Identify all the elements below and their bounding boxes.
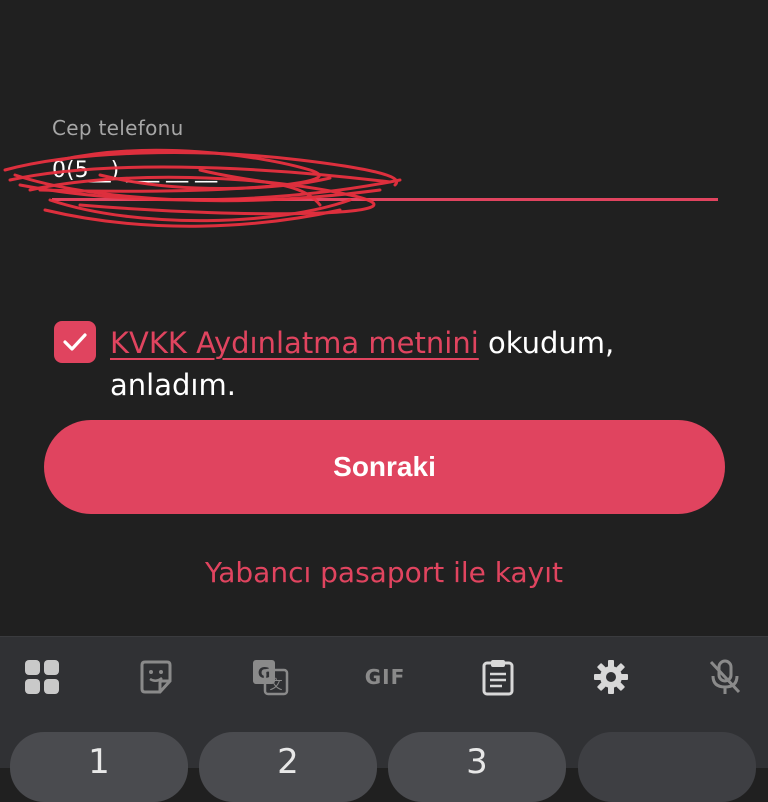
sticker-icon[interactable] — [136, 657, 176, 697]
phone-field-label: Cep telefonu — [52, 116, 184, 140]
apps-grid-icon[interactable] — [22, 657, 62, 697]
translate-icon[interactable]: G文 — [250, 657, 290, 697]
kvkk-policy-link[interactable]: KVKK Aydınlatma metnini — [110, 326, 479, 360]
mic-off-icon[interactable] — [705, 657, 745, 697]
key-function[interactable] — [578, 732, 756, 802]
foreign-passport-link[interactable]: Yabancı pasaport ile kayıt — [0, 556, 768, 589]
consent-text: KVKK Aydınlatma metnini okudum, anladım. — [110, 322, 710, 406]
kvkk-consent-checkbox[interactable] — [54, 321, 96, 363]
settings-gear-icon[interactable] — [591, 657, 631, 697]
clipboard-icon[interactable] — [478, 657, 518, 697]
next-button[interactable]: Sonraki — [44, 420, 725, 514]
cropped-text-fragment — [96, 0, 136, 6]
keyboard-number-row: 1 2 3 — [0, 718, 768, 802]
key-2[interactable]: 2 — [199, 732, 377, 802]
check-icon — [63, 333, 87, 351]
svg-text:文: 文 — [269, 678, 282, 693]
redaction-scribble — [3, 148, 402, 228]
key-3[interactable]: 3 — [388, 732, 566, 802]
keyboard-toolbar: G文 GIF — [0, 636, 768, 719]
gif-icon[interactable]: GIF — [362, 657, 408, 697]
key-1[interactable]: 1 — [10, 732, 188, 802]
